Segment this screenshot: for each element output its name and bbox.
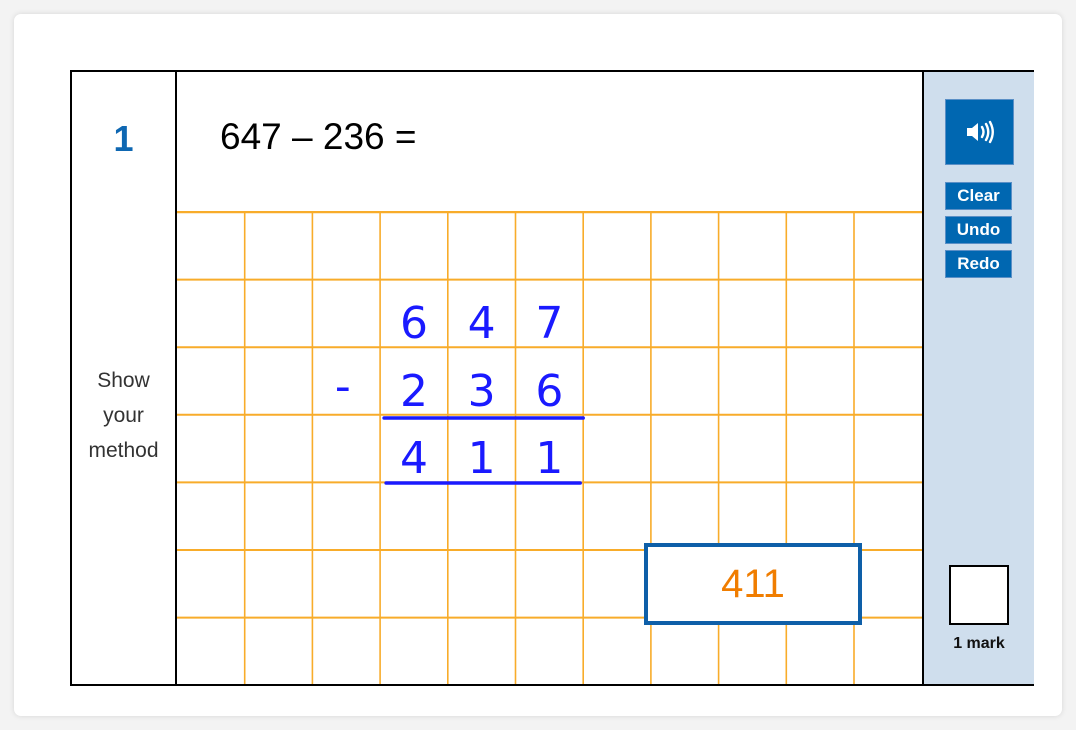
question-text: 647 – 236 = bbox=[220, 116, 417, 157]
handwritten-digit: 3 bbox=[468, 366, 496, 417]
show-your-method-label: Show your method bbox=[72, 363, 175, 468]
prompt-line-1: Show bbox=[97, 369, 150, 392]
handwritten-digit: 1 bbox=[535, 433, 563, 484]
mark-checkbox[interactable] bbox=[949, 565, 1009, 625]
handwritten-digit: 4 bbox=[400, 433, 428, 484]
speaker-icon bbox=[966, 120, 994, 144]
handwritten-digit: 2 bbox=[400, 366, 428, 417]
handwritten-digit: 7 bbox=[535, 298, 563, 349]
undo-button[interactable]: Undo bbox=[945, 216, 1012, 244]
tools-sidebar: Clear Undo Redo 1 mark bbox=[922, 72, 1034, 684]
question-number: 1 bbox=[113, 118, 134, 159]
question-card: 1 Show your method 647 – 236 = 647236411… bbox=[14, 14, 1062, 716]
question-frame: 1 Show your method 647 – 236 = 647236411… bbox=[70, 70, 1034, 686]
handwritten-minus-sign: - bbox=[335, 361, 351, 412]
question-number-column: 1 Show your method bbox=[72, 72, 177, 684]
handwritten-digit: 4 bbox=[468, 298, 496, 349]
prompt-line-3: method bbox=[88, 439, 159, 462]
answer-box[interactable]: 411 bbox=[644, 543, 862, 625]
marks-label: 1 mark bbox=[953, 635, 1005, 652]
answer-value: 411 bbox=[721, 561, 785, 606]
handwritten-digit: 6 bbox=[535, 366, 563, 417]
redo-button[interactable]: Redo bbox=[945, 250, 1012, 278]
prompt-line-2: your bbox=[103, 404, 144, 427]
clear-button[interactable]: Clear bbox=[945, 182, 1012, 210]
handwritten-digit: 6 bbox=[400, 298, 428, 349]
handwritten-digit: 1 bbox=[468, 433, 496, 484]
audio-button[interactable] bbox=[945, 99, 1014, 165]
